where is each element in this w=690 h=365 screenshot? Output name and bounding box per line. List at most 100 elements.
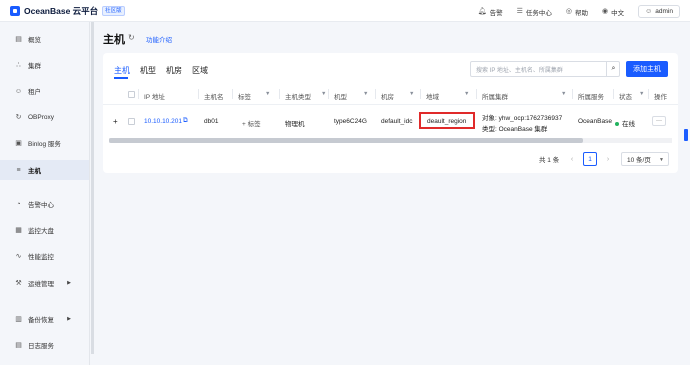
region-highlight-box	[419, 112, 475, 129]
col-status: 状态	[619, 94, 632, 101]
user-menu[interactable]: ☺ admin	[638, 5, 680, 18]
globe-icon: ◉	[602, 8, 609, 15]
filter-icon[interactable]: ▼	[265, 91, 270, 97]
sidebar-item-cluster[interactable]: ∴ 集群	[0, 55, 89, 75]
alarm-icon: ◔	[16, 200, 21, 208]
sidebar-item-label: OBProxy	[28, 113, 55, 121]
tab-region[interactable]: 区域	[192, 65, 208, 76]
refresh-icon[interactable]: ↻	[128, 33, 135, 42]
top-bar: OceanBase 云平台 社区版 🔔︎ 告警 ☰ 任务中心 ◎ 帮助 ◉ 中文…	[0, 0, 690, 22]
alerts-label: 告警	[489, 9, 503, 17]
column-divider	[138, 89, 139, 99]
ip-address-link[interactable]: 10.10.10.201	[144, 118, 182, 125]
sidebar-item-backup[interactable]: ▥ 备份恢复 ▶	[0, 309, 89, 329]
filter-icon[interactable]: ▼	[363, 91, 368, 97]
help-button[interactable]: ◎ 帮助	[566, 7, 588, 17]
proxy-icon: ↻	[15, 114, 22, 121]
col-ip: IP 地址	[144, 94, 165, 101]
column-divider	[613, 89, 614, 99]
more-actions-button[interactable]: ···	[652, 116, 666, 126]
search-icon[interactable]: ⌕	[606, 61, 620, 77]
copy-icon[interactable]: ⧉	[183, 117, 188, 125]
table-header: IP 地址 主机名 标签 ▼ 主机类型 ▼ 机型 ▼ 机房 ▼ 地域 ▼ 所属集…	[103, 83, 678, 105]
add-host-button[interactable]: 添加主机	[626, 61, 668, 77]
task-list-icon: ☰	[516, 8, 523, 15]
sidebar-item-overview[interactable]: ▤ 概览	[0, 29, 89, 49]
column-divider	[198, 89, 199, 99]
sidebar-item-dashboard[interactable]: ▦ 监控大盘	[0, 220, 89, 240]
sidebar: ▤ 概览 ∴ 集群 ☺ 租户 ↻ OBProxy ▣ Binlog 服务 ≡ 主…	[0, 22, 90, 365]
tab-host[interactable]: 主机	[114, 65, 130, 76]
horizontal-scrollbar[interactable]	[109, 138, 583, 143]
sidebar-item-performance[interactable]: ∿ 性能监控	[0, 246, 89, 266]
sidebar-item-label: 监控大盘	[28, 228, 54, 235]
tab-model[interactable]: 机型	[140, 65, 156, 76]
next-page-icon[interactable]: ›	[601, 152, 615, 166]
service-cell: OceanBase	[578, 118, 612, 125]
filter-icon[interactable]: ▼	[639, 91, 644, 97]
sidebar-scrollbar[interactable]	[91, 22, 94, 354]
logo-text: OceanBase 云平台	[24, 6, 99, 16]
sidebar-item-ops[interactable]: ⚒ 运维管理 ▶	[0, 273, 89, 293]
filter-icon[interactable]: ▼	[409, 91, 414, 97]
column-divider	[572, 89, 573, 99]
model-cell: type6C24G	[334, 118, 367, 125]
binlog-icon: ▣	[15, 140, 22, 147]
column-divider	[476, 89, 477, 99]
status-badge: 在线	[615, 118, 635, 128]
page-title: 主机	[103, 34, 125, 46]
host-card: 主机 机型 机房 区域 搜索 IP 地址、主机名、所属集群 ⌕ 添加主机 IP …	[103, 53, 678, 173]
page-size-select[interactable]: 10 条/页 ▼	[621, 152, 669, 166]
prev-page-icon[interactable]: ‹	[565, 152, 579, 166]
col-hostname: 主机名	[204, 94, 224, 101]
filter-icon[interactable]: ▼	[561, 91, 566, 97]
tasks-label: 任务中心	[525, 9, 552, 17]
search-input[interactable]: 搜索 IP 地址、主机名、所属集群	[470, 61, 620, 77]
col-service: 所属服务	[578, 94, 604, 101]
sidebar-item-obproxy[interactable]: ↻ OBProxy	[0, 107, 89, 127]
sidebar-item-label: 日志服务	[28, 343, 54, 350]
tab-idc[interactable]: 机房	[166, 65, 182, 76]
sidebar-item-label: 性能监控	[28, 254, 54, 261]
hostname-cell: db01	[204, 118, 219, 125]
sidebar-item-log[interactable]: ▤ 日志服务	[0, 335, 89, 355]
filter-icon[interactable]: ▼	[321, 91, 326, 97]
cluster-icon: ∴	[16, 62, 21, 69]
log-icon: ▤	[15, 342, 22, 349]
sidebar-item-alarm-center[interactable]: ◔ 告警中心	[0, 194, 89, 214]
help-label: 帮助	[575, 9, 589, 17]
cluster-type-cell: 类型: OceanBase 集群	[482, 126, 548, 133]
col-region: 地域	[426, 94, 439, 101]
sidebar-item-host[interactable]: ≡ 主机	[0, 160, 89, 180]
expand-row-button[interactable]: +	[113, 117, 118, 126]
caret-right-icon: ▶	[67, 316, 71, 322]
sidebar-item-label: 告警中心	[28, 202, 54, 209]
page-size-value: 10 条/页	[627, 157, 651, 164]
sidebar-item-tenant[interactable]: ☺ 租户	[0, 81, 89, 101]
sidebar-item-binlog[interactable]: ▣ Binlog 服务	[0, 133, 89, 153]
add-tag-button[interactable]: + 标签	[242, 118, 261, 128]
column-divider	[420, 89, 421, 99]
active-tab-indicator	[114, 77, 128, 79]
column-divider	[648, 89, 649, 99]
select-all-checkbox[interactable]	[128, 91, 135, 98]
user-icon: ☺	[645, 8, 653, 15]
ops-icon: ⚒	[15, 280, 22, 287]
filter-icon[interactable]: ▼	[464, 91, 469, 97]
chevron-down-icon: ▼	[659, 157, 664, 163]
tasks-button[interactable]: ☰ 任务中心	[517, 7, 552, 17]
overview-icon: ▤	[15, 36, 22, 43]
feature-intro-link[interactable]: 功能介绍	[146, 34, 172, 44]
page-number-button[interactable]: 1	[583, 152, 597, 166]
top-actions: 🔔︎ 告警 ☰ 任务中心 ◎ 帮助 ◉ 中文 ☺ admin	[478, 5, 680, 18]
alerts-button[interactable]: 🔔︎ 告警	[478, 7, 503, 17]
help-icon: ◎	[565, 8, 573, 15]
feedback-tab[interactable]	[684, 129, 688, 141]
col-cluster: 所属集群	[482, 94, 508, 101]
row-checkbox[interactable]	[128, 118, 135, 125]
language-button[interactable]: ◉ 中文	[602, 7, 624, 17]
column-divider	[375, 89, 376, 99]
sidebar-item-label: 概览	[28, 37, 41, 44]
dashboard-icon: ▦	[15, 227, 22, 234]
logo[interactable]: OceanBase 云平台 社区版	[10, 5, 125, 17]
